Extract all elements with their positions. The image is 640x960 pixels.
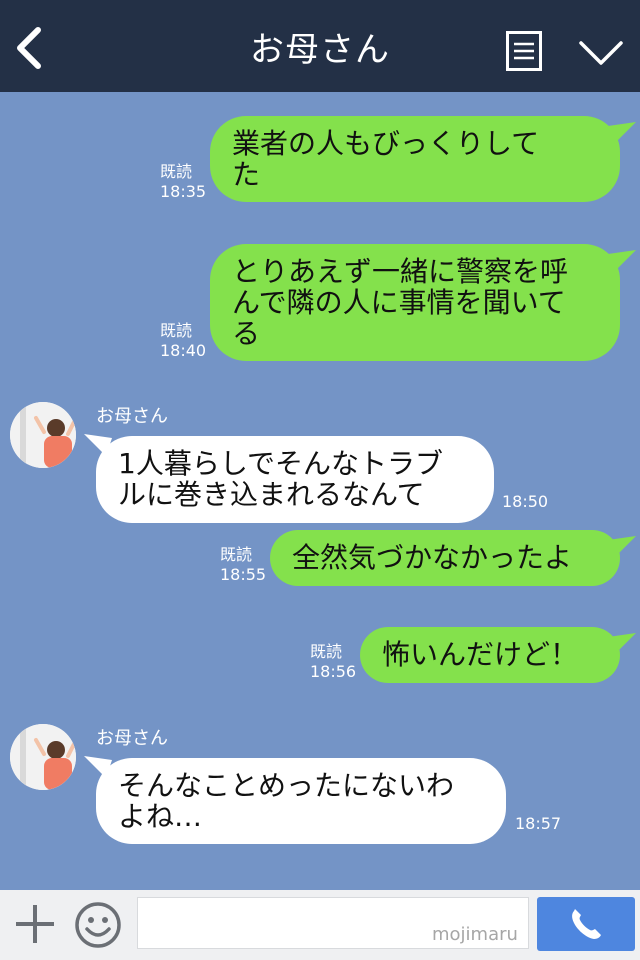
message-time: 18:35 <box>160 182 207 201</box>
message-time: 18:57 <box>515 814 562 833</box>
sender-name: お母さん <box>96 406 168 427</box>
message-bubble[interactable]: 全然気づかなかったよ <box>270 530 620 586</box>
message-meta: 既読 18:55 <box>220 545 266 585</box>
message-time: 18:55 <box>220 565 267 584</box>
message-bubble[interactable]: 1人暮らしでそんなトラブ ルに巻き込まれるなんて <box>96 436 494 523</box>
read-status: 既読 <box>220 545 253 564</box>
avatar-image <box>10 724 76 790</box>
chat-area[interactable]: 既読 18:35 業者の人もびっくりして た 既読 18:40 とりあえず一緒に… <box>0 92 640 890</box>
message-time: 18:40 <box>160 341 207 360</box>
bubble-tail <box>608 250 636 272</box>
avatar-image <box>10 402 76 468</box>
message-bubble[interactable]: 怖いんだけど！ <box>360 627 620 683</box>
message-bubble[interactable]: そんなことめったにないわ よね… <box>96 758 506 844</box>
phone-icon <box>572 909 601 939</box>
message-meta: 既読 18:35 <box>160 162 206 202</box>
header-bar: お母さん <box>0 0 640 92</box>
read-status: 既読 <box>310 642 343 661</box>
smile-icon[interactable] <box>74 901 122 949</box>
message-time: 18:56 <box>310 662 357 681</box>
plus-icon[interactable] <box>14 903 56 945</box>
message-meta: 既読 18:40 <box>160 321 206 361</box>
menu-icon[interactable] <box>506 31 542 71</box>
chevron-down-icon[interactable] <box>578 38 624 68</box>
bubble-tail <box>608 536 636 558</box>
bubble-tail <box>608 122 636 144</box>
message-bubble[interactable]: 業者の人もびっくりして た <box>210 116 620 202</box>
read-status: 既読 <box>160 321 193 340</box>
message-time: 18:50 <box>502 492 549 511</box>
message-meta: 既読 18:56 <box>310 642 356 682</box>
sender-name: お母さん <box>96 728 168 749</box>
avatar[interactable] <box>10 402 76 468</box>
message-bubble[interactable]: とりあえず一緒に警察を呼 んで隣の人に事情を聞いて る <box>210 244 620 361</box>
watermark-text: mojimaru <box>432 924 518 945</box>
avatar[interactable] <box>10 724 76 790</box>
chat-title: お母さん <box>250 30 390 70</box>
read-status: 既読 <box>160 162 193 181</box>
bubble-tail <box>608 633 636 655</box>
call-button[interactable] <box>537 897 635 951</box>
